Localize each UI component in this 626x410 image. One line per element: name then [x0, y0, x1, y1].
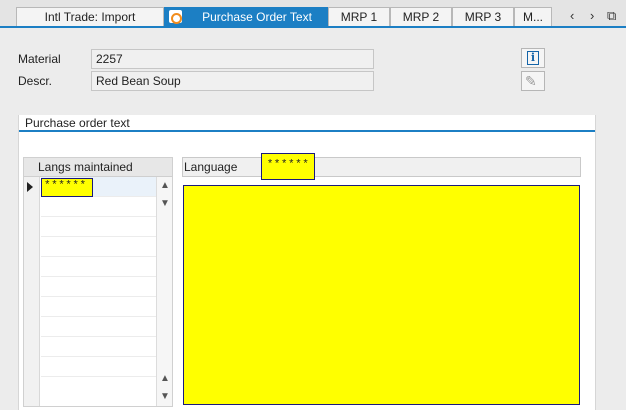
table-row[interactable] — [41, 317, 156, 337]
table-row[interactable] — [41, 197, 156, 217]
table-row[interactable] — [41, 217, 156, 237]
tab-mrp-3[interactable]: MRP 3 — [452, 7, 514, 26]
table-row[interactable] — [41, 237, 156, 257]
scroll-up-icon[interactable]: ▲ — [160, 181, 170, 191]
tab-mrp-1[interactable]: MRP 1 — [328, 7, 390, 26]
lang-cell[interactable]: ****** — [41, 178, 93, 197]
material-label: Material — [18, 52, 61, 66]
table-row[interactable] — [41, 277, 156, 297]
po-text-editor[interactable] — [183, 185, 580, 405]
language-field[interactable] — [182, 157, 581, 177]
panel-title: Purchase order text — [25, 116, 130, 130]
table-row[interactable] — [41, 257, 156, 277]
tab-scroll-left-icon[interactable]: ‹ — [570, 8, 574, 24]
tab-underline — [0, 26, 626, 28]
material-field[interactable]: 2257 — [91, 49, 374, 69]
language-label: Language — [184, 160, 238, 174]
scroll-down-icon[interactable]: ▼ — [160, 199, 170, 209]
edit-button[interactable]: ✎ — [521, 71, 545, 91]
langs-table-header: Langs maintained — [24, 158, 172, 177]
language-value[interactable]: ****** — [261, 153, 315, 180]
purchase-order-text-panel: Purchase order text Langs maintained ***… — [18, 115, 596, 410]
tab-intl-trade-import[interactable]: Intl Trade: Import — [16, 7, 164, 26]
tab-list-icon[interactable]: ⧉ — [607, 8, 616, 24]
info-icon: i — [527, 51, 539, 65]
po-text-icon — [169, 10, 182, 24]
descr-field[interactable]: Red Bean Soup — [91, 71, 374, 91]
tab-scroll-right-icon[interactable]: › — [590, 8, 594, 24]
info-button[interactable]: i — [521, 48, 545, 68]
scroll-down-icon[interactable]: ▼ — [160, 392, 170, 402]
panel-title-underline — [19, 130, 595, 132]
descr-label: Descr. — [18, 74, 53, 88]
table-row[interactable] — [41, 297, 156, 317]
langs-scrollbar[interactable]: ▲ ▼ ▲ ▼ — [156, 177, 172, 406]
row-selected-marker-icon[interactable] — [27, 182, 33, 192]
tab-mrp-2[interactable]: MRP 2 — [390, 7, 452, 26]
tab-more[interactable]: M... — [514, 7, 552, 26]
edit-icon: ✎ — [525, 73, 537, 89]
table-row[interactable] — [41, 357, 156, 377]
tab-strip: Intl Trade: Import Purchase Order Text M… — [0, 0, 626, 28]
row-selector-column — [24, 177, 40, 406]
langs-table: Langs maintained ****** ▲ ▼ ▲ ▼ — [23, 157, 173, 407]
scroll-up-icon[interactable]: ▲ — [160, 374, 170, 384]
tab-purchase-order-text[interactable]: Purchase Order Text — [164, 7, 328, 26]
table-row[interactable]: ****** — [41, 177, 156, 197]
table-row[interactable] — [41, 337, 156, 357]
